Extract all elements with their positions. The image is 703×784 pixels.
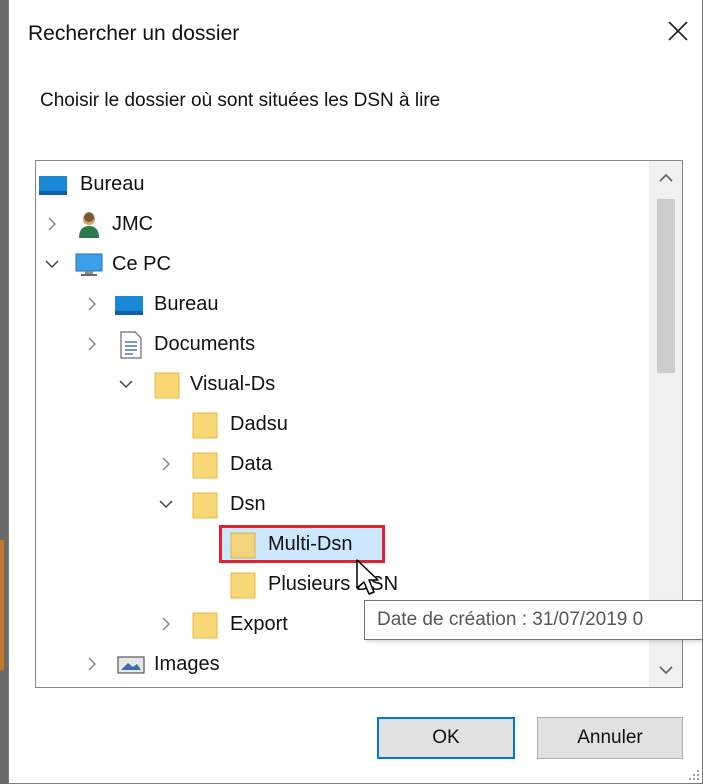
chevron-down-icon[interactable] bbox=[118, 376, 134, 392]
tree-item-plusieurs-dsn[interactable]: Plusieurs DSN bbox=[36, 565, 646, 603]
browse-folder-dialog: Rechercher un dossier Choisir le dossier… bbox=[8, 0, 703, 784]
tree-item-label: Ce PC bbox=[112, 253, 171, 275]
document-icon bbox=[120, 331, 142, 359]
scroll-up-button[interactable] bbox=[649, 161, 682, 195]
tree-item-bureau[interactable]: Bureau bbox=[36, 285, 646, 323]
mouse-cursor-icon bbox=[356, 559, 379, 595]
tree-item-label: Dadsu bbox=[230, 413, 288, 435]
tree-item-label: JMC bbox=[112, 213, 154, 235]
tree-item-label: Export bbox=[230, 613, 288, 635]
folder-icon bbox=[192, 452, 218, 479]
background-window-accent bbox=[0, 540, 4, 670]
desktop-icon bbox=[39, 176, 67, 195]
tooltip: Date de création : 31/07/2019 0 bbox=[364, 600, 703, 640]
folder-icon bbox=[192, 492, 218, 519]
tree-item-label: Bureau bbox=[80, 173, 145, 195]
chevron-right-icon[interactable] bbox=[84, 336, 100, 352]
chevron-right-icon[interactable] bbox=[84, 656, 100, 672]
tree-item-data[interactable]: Data bbox=[36, 445, 646, 483]
scroll-down-button[interactable] bbox=[649, 653, 682, 687]
tree-item-ce-pc[interactable]: Ce PC bbox=[36, 245, 646, 283]
tree-item-visual-ds[interactable]: Visual-Ds bbox=[36, 365, 646, 403]
folder-icon bbox=[230, 572, 256, 599]
tree-item-dsn[interactable]: Dsn bbox=[36, 485, 646, 523]
tree-item-jmc[interactable]: JMC bbox=[36, 205, 646, 243]
tree-item-bureau-root[interactable]: Bureau bbox=[36, 165, 646, 203]
folder-icon bbox=[192, 412, 218, 439]
computer-icon bbox=[75, 253, 103, 276]
dialog-title: Rechercher un dossier bbox=[28, 22, 240, 45]
close-icon bbox=[668, 21, 688, 41]
tree-item-label: Bureau bbox=[154, 293, 219, 315]
tree-item-dadsu[interactable]: Dadsu bbox=[36, 405, 646, 443]
tree-item-label: Dsn bbox=[230, 493, 266, 515]
ok-button[interactable]: OK bbox=[377, 717, 515, 759]
chevron-right-icon[interactable] bbox=[44, 216, 60, 232]
tree-item-label: Images bbox=[154, 653, 220, 675]
resize-grip-icon[interactable] bbox=[686, 767, 700, 781]
tree-item-documents[interactable]: Documents bbox=[36, 325, 646, 363]
title-bar[interactable]: Rechercher un dossier bbox=[9, 0, 702, 66]
desktop-icon bbox=[115, 296, 143, 315]
chevron-right-icon[interactable] bbox=[158, 456, 174, 472]
tree-item-label: Documents bbox=[154, 333, 256, 355]
chevron-down-icon bbox=[658, 666, 673, 675]
folder-icon bbox=[154, 372, 180, 399]
folder-icon bbox=[230, 532, 256, 559]
cancel-button[interactable]: Annuler bbox=[537, 717, 683, 759]
tree-item-multi-dsn[interactable]: Multi-Dsn bbox=[36, 525, 646, 563]
chevron-down-icon[interactable] bbox=[44, 256, 60, 272]
chevron-right-icon[interactable] bbox=[84, 296, 100, 312]
chevron-down-icon[interactable] bbox=[158, 496, 174, 512]
chevron-up-icon bbox=[658, 173, 673, 182]
chevron-right-icon[interactable] bbox=[158, 616, 174, 632]
close-button[interactable] bbox=[654, 8, 702, 54]
tree-item-label: Data bbox=[230, 453, 273, 475]
folder-icon bbox=[192, 612, 218, 639]
scroll-thumb[interactable] bbox=[657, 199, 675, 373]
instruction-text: Choisir le dossier où sont situées les D… bbox=[40, 90, 441, 111]
tree-item-images[interactable]: Images bbox=[36, 645, 646, 683]
user-icon bbox=[79, 212, 99, 238]
pictures-icon bbox=[117, 656, 145, 674]
tree-item-label: Visual-Ds bbox=[190, 373, 276, 395]
tree-item-label: Multi-Dsn bbox=[268, 533, 353, 555]
